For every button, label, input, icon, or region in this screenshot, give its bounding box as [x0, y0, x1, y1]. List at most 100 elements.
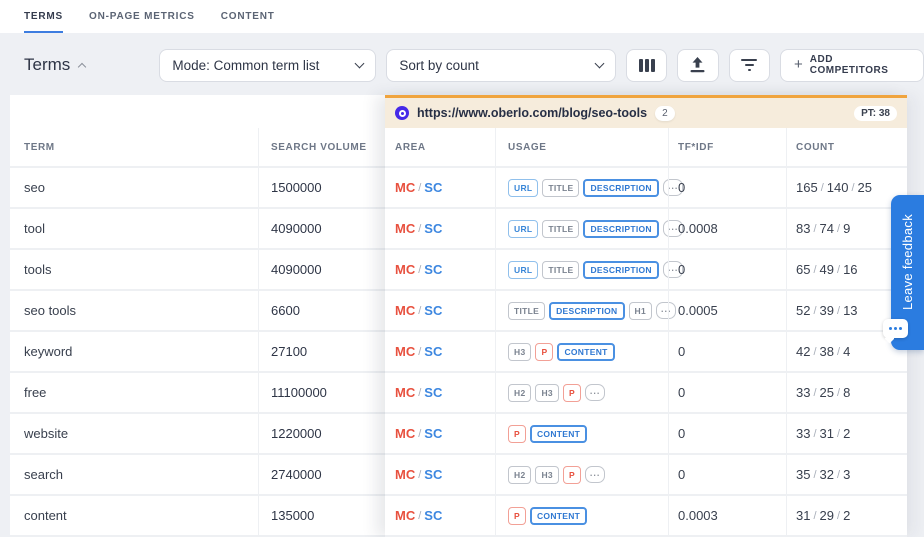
table-row-competitor[interactable]: MC / SC P CONTENT 0.0003 31/29/2 [385, 496, 907, 537]
usage-badge-p: P [508, 506, 526, 525]
left-column-headers: TERM SEARCH VOLUME [10, 128, 385, 168]
slash-separator: / [418, 509, 422, 522]
tfidf-value: 0.0003 [678, 508, 718, 523]
slash-separator: / [418, 345, 422, 358]
area-cell: MC / SC [385, 332, 495, 371]
competitor-url-link[interactable]: https://www.oberlo.com/blog/seo-tools [417, 106, 647, 120]
mode-dropdown[interactable]: Mode: Common term list [159, 48, 377, 82]
usage-badge-h3: H3 [535, 383, 559, 402]
slash-separator: / [813, 509, 817, 522]
table-row-competitor[interactable]: MC / SC URL TITLE DESCRIPTION... 0 165/140/25 [385, 168, 907, 209]
area-mc-value: MC [395, 344, 416, 359]
usage-badge-description: DESCRIPTION [549, 301, 625, 320]
filter-button[interactable] [728, 48, 770, 82]
slash-separator: / [418, 386, 422, 399]
usage-cell: TITLE DESCRIPTION H1... [495, 291, 677, 330]
usage-cell: URL TITLE DESCRIPTION... [495, 168, 684, 207]
table-row[interactable]: seo 1500000 [10, 168, 385, 209]
term-label: tools [24, 262, 52, 277]
count-value: 13 [843, 303, 858, 318]
column-header-area: AREA [395, 141, 426, 153]
slash-separator: / [837, 304, 841, 317]
table-row-competitor[interactable]: MC / SC H3 P CONTENT 0 42/38/4 [385, 332, 907, 373]
table-row[interactable]: content 135000 [10, 496, 385, 537]
area-sc-value: SC [424, 467, 443, 482]
area-mc-value: MC [395, 508, 416, 523]
table-row-competitor[interactable]: MC / SC H2 H3 P... 0 35/32/3 [385, 455, 907, 496]
export-button[interactable] [677, 48, 719, 82]
count-value: 3 [843, 467, 851, 482]
tfidf-value: 0.0005 [678, 303, 718, 318]
slash-separator: / [418, 263, 422, 276]
table-row-competitor[interactable]: MC / SC P CONTENT 0 33/31/2 [385, 414, 907, 455]
column-header-tfidf: TF*IDF [668, 128, 786, 166]
area-sc-value: SC [424, 180, 443, 195]
table-row[interactable]: keyword 27100 [10, 332, 385, 373]
area-cell: MC / SC [385, 373, 495, 412]
table-row[interactable]: free 11100000 [10, 373, 385, 414]
area-cell: MC / SC [385, 168, 495, 207]
columns-button[interactable] [625, 48, 668, 82]
area-sc-value: SC [424, 303, 443, 318]
slash-separator: / [813, 304, 817, 317]
usage-cell: H3 P CONTENT [495, 332, 668, 371]
table-row-competitor[interactable]: MC / SC H2 H3 P... 0 33/25/8 [385, 373, 907, 414]
usage-badge-description: DESCRIPTION [583, 219, 659, 238]
usage-cell: URL TITLE DESCRIPTION... [495, 209, 684, 248]
area-sc-value: SC [424, 221, 443, 236]
left-header-spacer [10, 95, 385, 128]
usage-cell: P CONTENT [495, 496, 668, 535]
search-volume-cell: 1500000 [258, 168, 385, 207]
terms-section-toggle[interactable]: Terms [24, 55, 159, 75]
count-value: 33 [796, 385, 811, 400]
count-value: 32 [819, 467, 834, 482]
table-row[interactable]: seo tools 6600 [10, 291, 385, 332]
competitor-column-headers: AREA USAGE TF*IDF COUNT [385, 128, 907, 168]
slash-separator: / [837, 263, 841, 276]
usage-badge-description: DESCRIPTION [583, 178, 659, 197]
usage-more-icon[interactable]: ... [584, 384, 606, 401]
count-value: 16 [843, 262, 858, 277]
count-value: 2 [843, 508, 851, 523]
count-cell: 33/25/8 [786, 373, 907, 412]
search-volume-cell: 1220000 [258, 414, 385, 453]
site-favicon-icon [395, 106, 409, 120]
count-value: 39 [819, 303, 834, 318]
table-row[interactable]: tool 4090000 [10, 209, 385, 250]
tab-terms[interactable]: TERMS [24, 0, 63, 33]
slash-separator: / [837, 468, 841, 481]
area-sc-value: SC [424, 385, 443, 400]
count-value: 42 [796, 344, 811, 359]
toolbar: Terms Mode: Common term list Sort by cou… [0, 48, 924, 82]
area-cell: MC / SC [385, 209, 495, 248]
count-cell: 31/29/2 [786, 496, 907, 535]
area-cell: MC / SC [385, 455, 495, 494]
slash-separator: / [418, 222, 422, 235]
slash-separator: / [820, 181, 824, 194]
usage-badge-h3: H3 [508, 342, 532, 361]
area-mc-value: MC [395, 426, 416, 441]
usage-more-icon[interactable]: ... [584, 466, 606, 483]
search-volume-value: 11100000 [271, 385, 327, 400]
table-row-competitor[interactable]: MC / SC URL TITLE DESCRIPTION... 0 65/49/16 [385, 250, 907, 291]
usage-badge-url: URL [508, 219, 539, 238]
slash-separator: / [813, 263, 817, 276]
sort-dropdown[interactable]: Sort by count [386, 48, 616, 82]
competitor-block: https://www.oberlo.com/blog/seo-tools 2 … [385, 95, 907, 537]
count-cell: 65/49/16 [786, 250, 907, 289]
tab-content[interactable]: CONTENT [221, 0, 275, 33]
pages-count-badge[interactable]: 2 [655, 105, 675, 121]
table-row[interactable]: search 2740000 [10, 455, 385, 496]
count-value: 4 [843, 344, 851, 359]
add-competitors-button[interactable]: + ADD COMPETITORS [779, 48, 924, 82]
table-row[interactable]: tools 4090000 [10, 250, 385, 291]
table-row-competitor[interactable]: MC / SC TITLE DESCRIPTION H1... 0.0005 52/39/13 [385, 291, 907, 332]
term-label: seo [24, 180, 45, 195]
leave-feedback-button[interactable]: Leave feedback [883, 195, 924, 350]
table-row-competitor[interactable]: MC / SC URL TITLE DESCRIPTION... 0.0008 83/74/9 [385, 209, 907, 250]
term-label: website [24, 426, 69, 441]
usage-cell: H2 H3 P... [495, 455, 668, 494]
table-row[interactable]: website 1220000 [10, 414, 385, 455]
area-sc-value: SC [424, 344, 443, 359]
tab-on-page-metrics[interactable]: ON-PAGE METRICS [89, 0, 195, 33]
